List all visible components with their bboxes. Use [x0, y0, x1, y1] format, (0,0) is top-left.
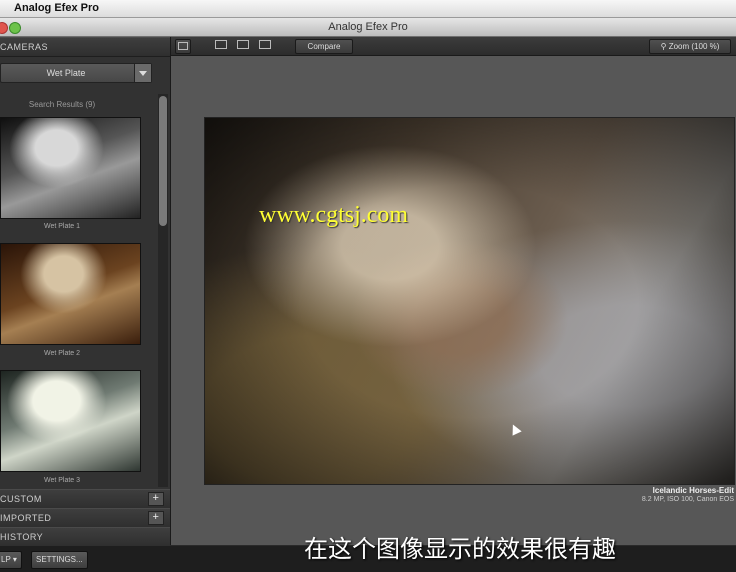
camera-select[interactable]: Wet Plate — [0, 63, 152, 83]
camera-select-value: Wet Plate — [46, 68, 86, 78]
custom-header-label: CUSTOM — [0, 494, 42, 504]
imported-header-label: IMPORTED — [0, 513, 52, 523]
left-panel: CAMERAS Wet Plate Search Results (9) Wet… — [0, 37, 171, 547]
split-view-icon[interactable] — [237, 40, 249, 49]
side-by-side-icon[interactable] — [259, 40, 271, 49]
app-name[interactable]: Analog Efex Pro — [14, 2, 99, 14]
add-imported-button[interactable]: + — [148, 511, 164, 525]
single-view-icon[interactable] — [215, 40, 227, 49]
history-header[interactable]: HISTORY — [0, 527, 170, 547]
help-button[interactable]: LP ▾ — [0, 551, 22, 569]
add-custom-button[interactable]: + — [148, 492, 164, 506]
window-title: Analog Efex Pro — [328, 21, 408, 33]
presets-scrollbar[interactable] — [158, 94, 168, 487]
zoom-button[interactable]: ⚲ Zoom (100 %) — [649, 39, 731, 54]
preset-thumbnail-3[interactable] — [0, 370, 141, 472]
fit-button[interactable] — [175, 39, 191, 54]
toolbar: Compare ⚲ Zoom (100 %) — [171, 37, 736, 56]
preset-label-1: Wet Plate 1 — [43, 223, 81, 230]
preset-label-3: Wet Plate 3 — [43, 477, 81, 484]
fit-icon — [178, 42, 188, 50]
dropdown-arrow-icon[interactable] — [134, 64, 151, 82]
image-meta: 8.2 MP, ISO 100, Canon EOS — [641, 496, 734, 503]
presets-scroll-thumb[interactable] — [159, 96, 167, 226]
imported-header[interactable]: IMPORTED + — [0, 508, 170, 528]
preset-thumbnail-1[interactable] — [0, 117, 141, 219]
history-header-label: HISTORY — [0, 532, 44, 542]
image-canvas[interactable]: www.cgtsj.com Icelandic Horses-Edit 8.2 … — [171, 56, 736, 545]
compare-button[interactable]: Compare — [295, 39, 353, 54]
image-name: Icelandic Horses-Edit — [652, 486, 734, 495]
settings-button[interactable]: SETTINGS... — [31, 551, 88, 569]
cameras-header[interactable]: CAMERAS — [0, 37, 170, 57]
zoom-magnifier-icon: ⚲ — [660, 42, 667, 51]
search-results-label: Search Results (9) — [28, 100, 96, 109]
custom-header[interactable]: CUSTOM + — [0, 489, 170, 509]
preview-image[interactable] — [204, 117, 735, 485]
preset-label-2: Wet Plate 2 — [43, 350, 81, 357]
cameras-header-label: CAMERAS — [0, 42, 49, 52]
menubar: Analog Efex Pro — [0, 0, 736, 18]
subtitle-caption: 在这个图像显示的效果很有趣 — [304, 535, 616, 563]
watermark-text: www.cgtsj.com — [259, 202, 409, 228]
preset-thumbnail-2[interactable] — [0, 243, 141, 345]
window-titlebar: Analog Efex Pro — [0, 18, 736, 37]
zoom-label: Zoom (100 %) — [668, 42, 720, 51]
